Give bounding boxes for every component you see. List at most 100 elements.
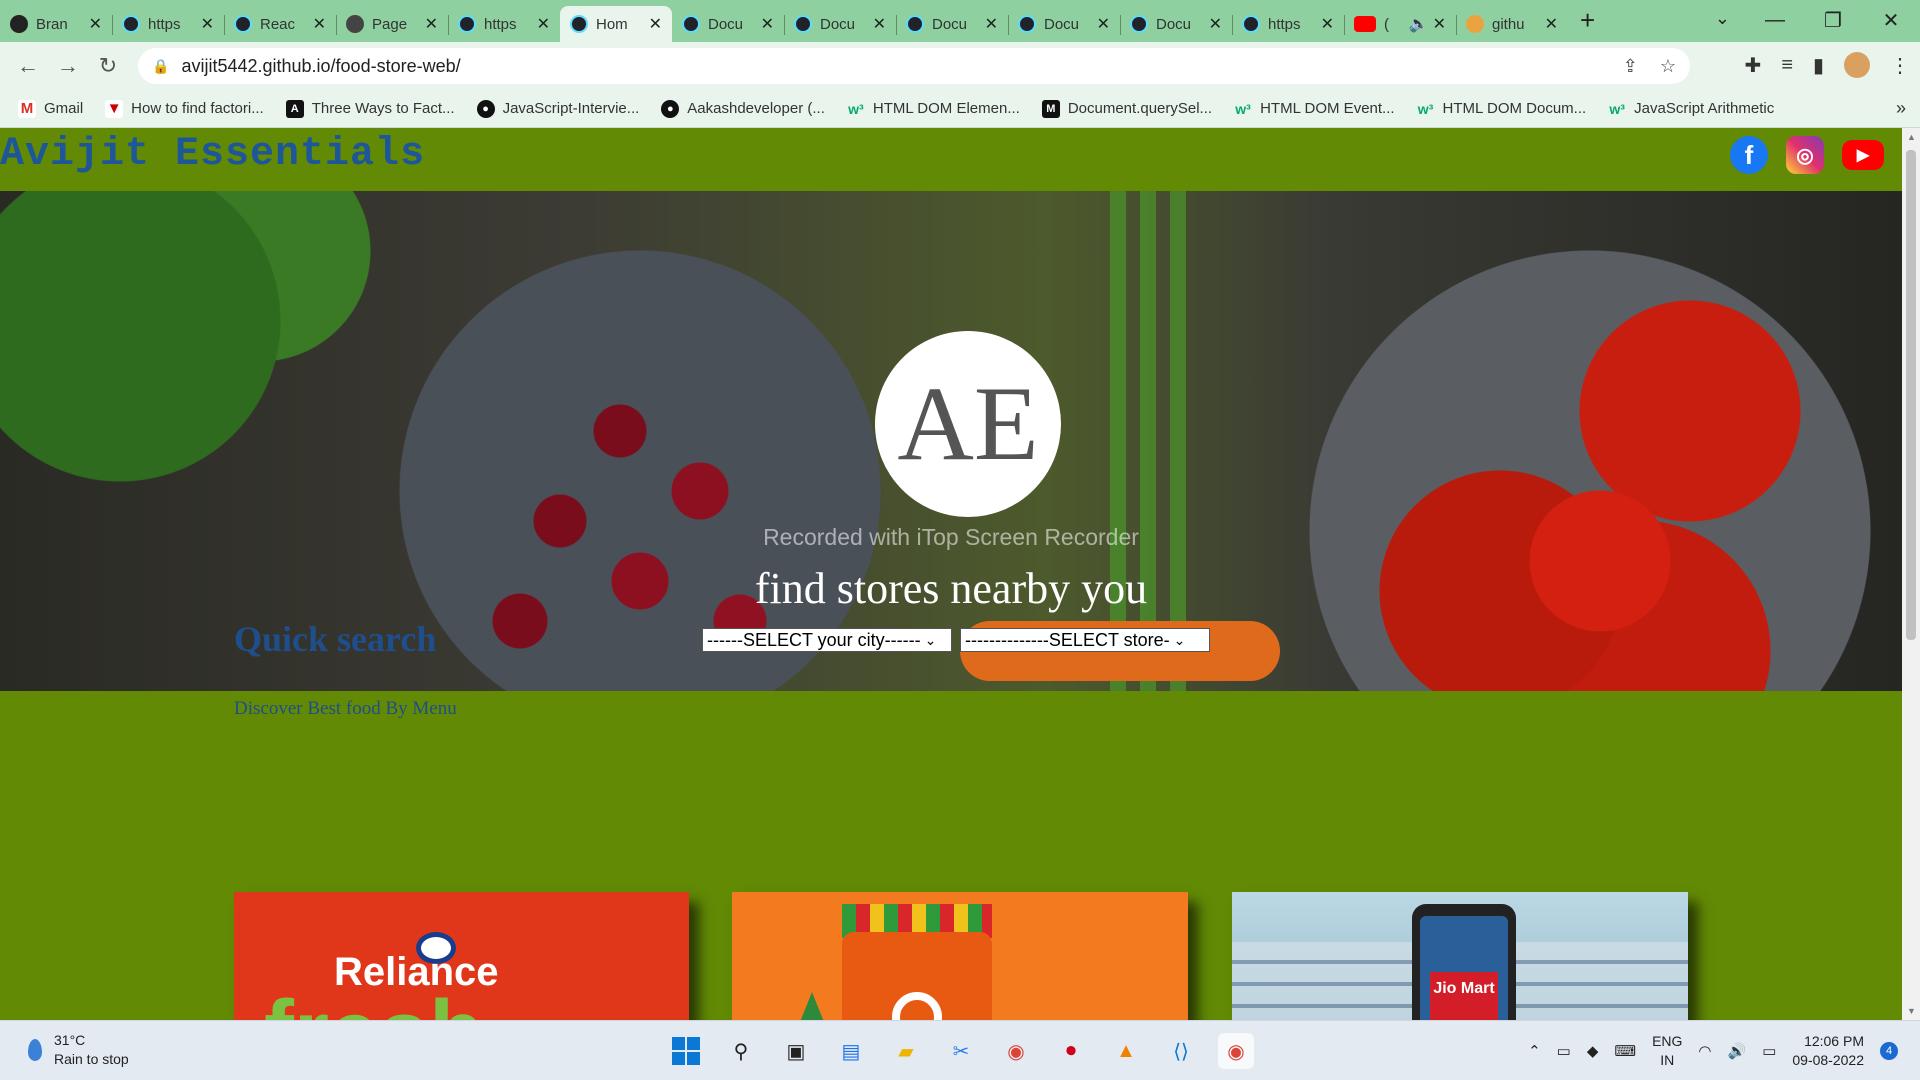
network-activity-icon[interactable]: ▭: [1557, 1042, 1571, 1060]
store-filters: ------SELECT your city------ ⌄ ----------…: [702, 628, 1210, 652]
extensions-icon[interactable]: ✚: [1745, 53, 1762, 78]
bookmark-item[interactable]: M Document.querySel...: [1041, 99, 1212, 118]
media-control-icon[interactable]: ≡: [1781, 54, 1793, 77]
chrome-icon[interactable]: ◉: [998, 1033, 1034, 1069]
tab[interactable]: https ✕: [1232, 6, 1344, 42]
new-tab-button[interactable]: +: [1580, 5, 1595, 36]
scroll-up-icon[interactable]: ▲: [1907, 132, 1916, 142]
facebook-icon[interactable]: f: [1730, 136, 1768, 174]
bookmark-item[interactable]: ● JavaScript-Intervie...: [476, 99, 639, 118]
vscode-icon[interactable]: ⟨⟩: [1163, 1033, 1199, 1069]
bookmark-item[interactable]: A Three Ways to Fact...: [285, 99, 455, 118]
profile-avatar[interactable]: [1844, 52, 1870, 78]
bookmark-item[interactable]: M Gmail: [18, 99, 83, 118]
share-icon[interactable]: ⇪: [1623, 56, 1638, 77]
close-tab-icon[interactable]: ✕: [1545, 14, 1558, 34]
vlc-icon[interactable]: ▲: [1108, 1033, 1144, 1069]
side-panel-icon[interactable]: ▮: [1813, 53, 1824, 78]
close-tab-icon[interactable]: ✕: [1097, 14, 1110, 34]
lock-icon[interactable]: 🔒: [152, 58, 169, 75]
bookmark-item[interactable]: w³ HTML DOM Docum...: [1417, 100, 1587, 118]
url-text[interactable]: avijit5442.github.io/food-store-web/: [181, 56, 460, 77]
store-card-reliance[interactable]: Reliance fresh: [234, 892, 689, 1020]
screen-recorder-icon[interactable]: ⏺: [1053, 1033, 1089, 1069]
tab-title: https: [484, 15, 517, 33]
notepad-icon[interactable]: ▤: [833, 1033, 869, 1069]
tab[interactable]: Docu ✕: [1008, 6, 1120, 42]
tab-title: https: [148, 15, 181, 33]
scroll-down-icon[interactable]: ▼: [1907, 1006, 1916, 1016]
close-tab-icon[interactable]: ✕: [1209, 14, 1222, 34]
tab[interactable]: githu ✕: [1456, 6, 1568, 42]
minimize-icon[interactable]: —: [1746, 9, 1804, 32]
store-card-grocery[interactable]: [732, 892, 1188, 1020]
weather-widget[interactable]: 31°C Rain to stop: [28, 1031, 129, 1069]
chrome-active-icon[interactable]: ◉: [1218, 1033, 1254, 1069]
forward-icon[interactable]: →: [48, 53, 88, 79]
speaker-icon[interactable]: 🔈: [1409, 14, 1429, 34]
start-icon[interactable]: [668, 1033, 704, 1069]
notification-badge[interactable]: 4: [1880, 1042, 1898, 1060]
city-select[interactable]: ------SELECT your city------ ⌄: [702, 628, 952, 652]
back-icon[interactable]: ←: [8, 53, 48, 79]
store-select[interactable]: --------------SELECT store- ⌄: [960, 628, 1210, 652]
page-scrollbar[interactable]: ▲ ▼: [1902, 128, 1920, 1020]
search-icon[interactable]: ⚲: [723, 1033, 759, 1069]
react-icon: [570, 15, 588, 33]
bookmark-item[interactable]: w³ HTML DOM Event...: [1234, 100, 1394, 118]
menu-icon[interactable]: ⋮: [1890, 53, 1910, 78]
address-bar[interactable]: 🔒 avijit5442.github.io/food-store-web/ ⇪…: [138, 48, 1690, 84]
dropbox-icon[interactable]: ◆: [1587, 1042, 1599, 1060]
bookmark-item[interactable]: w³ JavaScript Arithmetic: [1608, 100, 1774, 118]
tab[interactable]: (🔈 ✕: [1344, 6, 1456, 42]
close-tab-icon[interactable]: ✕: [1433, 14, 1446, 34]
close-tab-icon[interactable]: ✕: [649, 14, 662, 34]
bookmark-item[interactable]: w³ HTML DOM Elemen...: [847, 100, 1020, 118]
tab[interactable]: Reac ✕: [224, 6, 336, 42]
close-window-icon[interactable]: ✕: [1862, 8, 1920, 33]
snipping-tool-icon[interactable]: ✂: [943, 1033, 979, 1069]
volume-icon[interactable]: 🔊: [1728, 1042, 1747, 1060]
tab[interactable]: Bran ✕: [0, 6, 112, 42]
close-tab-icon[interactable]: ✕: [313, 14, 326, 34]
close-tab-icon[interactable]: ✕: [1321, 14, 1334, 34]
close-tab-icon[interactable]: ✕: [985, 14, 998, 34]
bookmark-item[interactable]: ● Aakashdeveloper (...: [661, 99, 825, 118]
store-card-jiomart[interactable]: Jio Mart: [1232, 892, 1688, 1020]
language-indicator[interactable]: ENG IN: [1652, 1032, 1682, 1070]
instagram-icon[interactable]: ◎: [1786, 136, 1824, 174]
tab[interactable]: Docu ✕: [1120, 6, 1232, 42]
tab[interactable]: Docu ✕: [896, 6, 1008, 42]
tab-title: Docu: [932, 15, 968, 33]
keyboard-icon[interactable]: ⌨: [1614, 1042, 1636, 1060]
scrollbar-thumb[interactable]: [1906, 150, 1916, 640]
chevron-up-icon[interactable]: ⌃: [1528, 1042, 1541, 1060]
close-tab-icon[interactable]: ✕: [761, 14, 774, 34]
restore-icon[interactable]: ❐: [1804, 8, 1862, 33]
browser-tab-strip: Bran ✕ https ✕ Reac ✕ Page ✕ https ✕ Hom ✕ Doc…: [0, 0, 1920, 42]
tab-active[interactable]: Hom ✕: [560, 6, 672, 42]
clock[interactable]: 12:06 PM 09-08-2022: [1792, 1032, 1864, 1070]
bookmark-item[interactable]: ▼ How to find factori...: [105, 99, 264, 118]
tab[interactable]: Page ✕: [336, 6, 448, 42]
tab[interactable]: https ✕: [112, 6, 224, 42]
close-tab-icon[interactable]: ✕: [89, 14, 102, 34]
battery-icon[interactable]: ▭: [1762, 1042, 1776, 1060]
site-title[interactable]: Avijit Essentials: [0, 132, 425, 177]
more-bookmarks-icon[interactable]: »: [1896, 98, 1906, 119]
tab[interactable]: Docu ✕: [784, 6, 896, 42]
tab-search-icon[interactable]: ⌄: [1715, 8, 1730, 29]
close-tab-icon[interactable]: ✕: [425, 14, 438, 34]
close-tab-icon[interactable]: ✕: [201, 14, 214, 34]
task-view-icon[interactable]: ▣: [778, 1033, 814, 1069]
tab[interactable]: https ✕: [448, 6, 560, 42]
close-tab-icon[interactable]: ✕: [873, 14, 886, 34]
reload-icon[interactable]: ↻: [88, 53, 128, 79]
close-tab-icon[interactable]: ✕: [537, 14, 550, 34]
wifi-icon[interactable]: ◠: [1698, 1042, 1711, 1060]
bookmark-label: HTML DOM Docum...: [1442, 100, 1587, 117]
file-explorer-icon[interactable]: ▰: [888, 1033, 924, 1069]
tab[interactable]: Docu ✕: [672, 6, 784, 42]
bookmark-star-icon[interactable]: ☆: [1660, 56, 1676, 77]
youtube-icon[interactable]: ▶: [1842, 140, 1884, 170]
